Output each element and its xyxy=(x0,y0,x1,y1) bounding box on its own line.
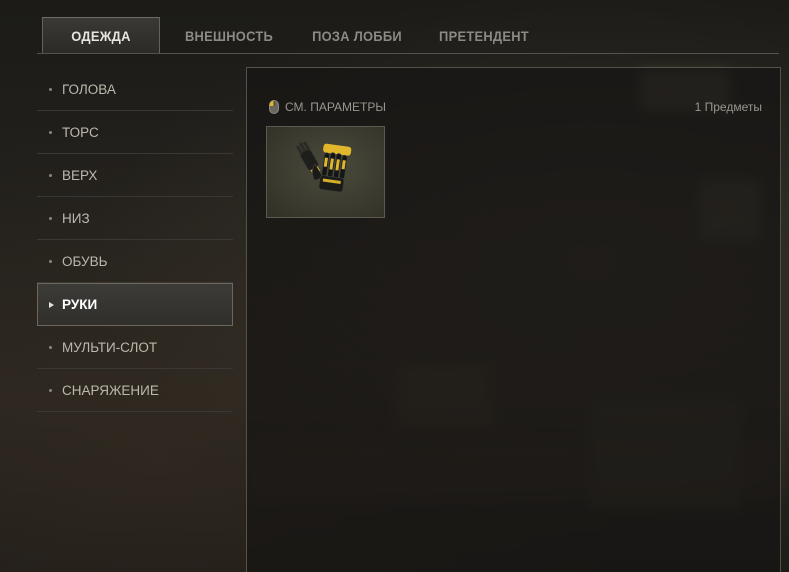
sidebar-item-head[interactable]: ГОЛОВА xyxy=(37,68,233,111)
sidebar-item-label: РУКИ xyxy=(62,297,98,312)
sidebar-item-top[interactable]: ВЕРХ xyxy=(37,154,233,197)
category-sidebar: ГОЛОВА ТОРС ВЕРХ НИЗ ОБУВЬ РУКИ МУЛЬТИ-С… xyxy=(37,68,233,412)
sidebar-item-label: ВЕРХ xyxy=(62,167,98,183)
sidebar-item-label: ГОЛОВА xyxy=(62,81,116,97)
sidebar-item-label: СНАРЯЖЕНИЕ xyxy=(62,382,159,398)
tab-label: ПОЗА ЛОББИ xyxy=(312,27,402,44)
items-panel: СМ. ПАРАМЕТРЫ 1 Предметы xyxy=(246,67,781,572)
mouse-icon xyxy=(269,100,279,114)
sidebar-item-label: ТОРС xyxy=(62,124,99,140)
tab-contender[interactable]: ПРЕТЕНДЕНТ xyxy=(427,17,541,54)
item-count: 1 Предметы xyxy=(694,100,762,114)
tab-clothing[interactable]: ОДЕЖДА xyxy=(42,17,160,54)
sidebar-item-footwear[interactable]: ОБУВЬ xyxy=(37,240,233,283)
sidebar-item-label: МУЛЬТИ-СЛОТ xyxy=(62,339,158,355)
sidebar-item-equipment[interactable]: СНАРЯЖЕНИЕ xyxy=(37,369,233,412)
params-label: СМ. ПАРАМЕТРЫ xyxy=(285,100,386,114)
bullet-icon xyxy=(49,87,52,91)
tab-lobby-pose[interactable]: ПОЗА ЛОББИ xyxy=(301,17,413,54)
tab-bar-divider xyxy=(37,53,779,54)
bullet-icon xyxy=(49,216,52,220)
item-card-gloves[interactable] xyxy=(266,126,385,218)
tab-appearance[interactable]: ВНЕШНОСТЬ xyxy=(173,17,285,54)
bullet-icon xyxy=(49,173,52,177)
sidebar-item-hands[interactable]: РУКИ xyxy=(37,283,233,326)
view-params-button[interactable]: СМ. ПАРАМЕТРЫ xyxy=(269,100,386,114)
tab-label: ОДЕЖДА xyxy=(71,28,131,44)
sidebar-item-multi-slot[interactable]: МУЛЬТИ-СЛОТ xyxy=(37,326,233,369)
bullet-icon xyxy=(49,388,52,392)
tab-label: ПРЕТЕНДЕНТ xyxy=(439,27,529,44)
sidebar-item-label: ОБУВЬ xyxy=(62,253,108,269)
sidebar-item-bottom[interactable]: НИЗ xyxy=(37,197,233,240)
bullet-icon xyxy=(49,345,52,349)
top-tab-bar: ОДЕЖДА ВНЕШНОСТЬ ПОЗА ЛОББИ ПРЕТЕНДЕНТ xyxy=(0,0,789,54)
bullet-icon xyxy=(49,130,52,134)
selected-arrow-icon xyxy=(49,301,54,308)
sidebar-item-torso[interactable]: ТОРС xyxy=(37,111,233,154)
sidebar-item-label: НИЗ xyxy=(62,210,90,226)
bullet-icon xyxy=(49,259,52,263)
gloves-icon xyxy=(296,141,352,193)
panel-header: СМ. ПАРАМЕТРЫ 1 Предметы xyxy=(269,99,762,115)
tab-label: ВНЕШНОСТЬ xyxy=(184,27,274,44)
